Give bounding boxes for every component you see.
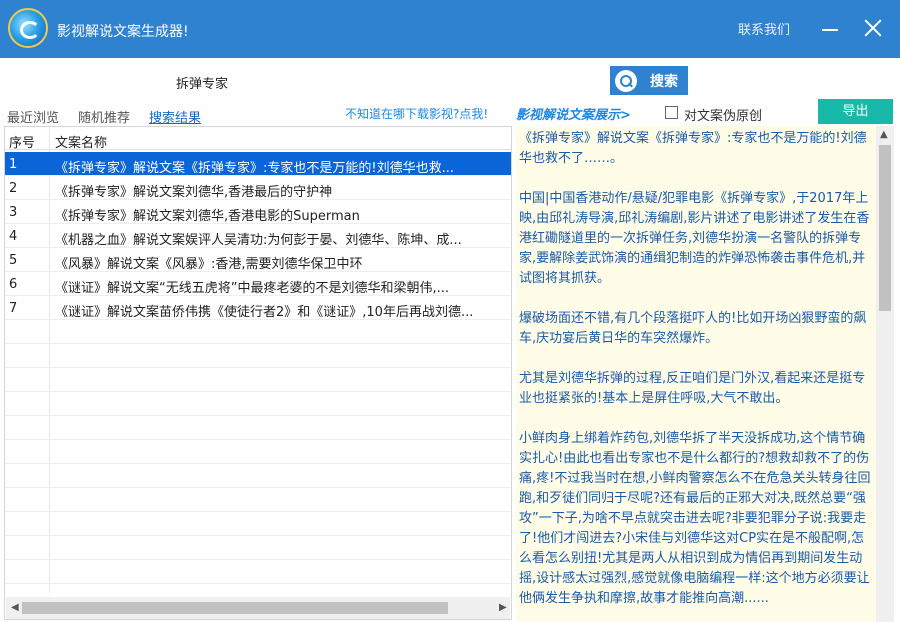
contact-us-link[interactable]: 联系我们	[738, 19, 790, 38]
scroll-left-icon[interactable]: ◀	[11, 602, 19, 613]
row-number: 4	[9, 229, 18, 244]
search-icon	[615, 70, 637, 92]
table-row[interactable]: 6 《谜证》解说文案“无线五虎将”中最疼老婆的不是刘德华和梁朝伟,...	[5, 272, 511, 296]
empty-row	[5, 512, 511, 536]
list-header: 序号 文案名称	[5, 127, 511, 151]
empty-row	[5, 488, 511, 512]
row-number: 5	[9, 253, 18, 268]
vertical-scroll-thumb[interactable]	[879, 145, 891, 311]
row-number: 7	[9, 301, 18, 316]
tab-random[interactable]: 随机推荐	[78, 107, 130, 126]
empty-row	[5, 536, 511, 560]
row-number: 3	[9, 205, 18, 220]
column-header-title[interactable]: 文案名称	[55, 132, 107, 151]
script-preview-panel: 《拆弹专家》解说文案《拆弹专家》:专家也不是万能的!刘德华也救不了……。 中国|…	[516, 126, 894, 622]
app-title: 影视解说文案生成器!	[57, 24, 189, 40]
empty-row	[5, 464, 511, 488]
pseudo-original-label: 对文案伪原创	[684, 109, 763, 124]
row-number: 1	[9, 157, 18, 172]
horizontal-scrollbar[interactable]: ◀ ▶	[6, 597, 510, 619]
app-logo-icon	[8, 8, 48, 48]
table-row[interactable]: 1 《拆弹专家》解说文案《拆弹专家》:专家也不是万能的!刘德华也救...	[5, 152, 511, 176]
horizontal-scroll-thumb[interactable]	[22, 602, 448, 614]
table-row[interactable]: 5 《风暴》解说文案《风暴》:香港,需要刘德华保卫中环	[5, 248, 511, 272]
empty-row	[5, 368, 511, 392]
row-number: 6	[9, 277, 18, 292]
showcase-link[interactable]: 影视解说文案展示>	[516, 104, 631, 123]
search-button-label: 搜索	[650, 74, 678, 90]
minimize-icon[interactable]	[817, 14, 843, 42]
tab-search-results[interactable]: 搜索结果	[149, 107, 201, 126]
app-window: 影视解说文案生成器! 联系我们 拆弹专家 搜索 最近浏览 随机推荐 搜索结果 不…	[0, 0, 900, 622]
row-title: 《谜证》解说文案“无线五虎将”中最疼老婆的不是刘德华和梁朝伟,...	[55, 281, 449, 296]
row-number: 2	[9, 181, 18, 196]
empty-row	[5, 560, 511, 584]
download-help-link[interactable]: 不知道在哪下载影视?点我!	[345, 105, 488, 122]
vertical-scrollbar[interactable]: ▲	[876, 126, 894, 622]
pseudo-original-checkbox[interactable]	[665, 106, 678, 119]
row-title: 《机器之血》解说文案娱评人吴清功:为何彭于晏、刘德华、陈坤、成...	[55, 233, 462, 248]
scroll-right-icon[interactable]: ▶	[499, 602, 507, 613]
empty-row	[5, 320, 511, 344]
search-input[interactable]: 拆弹专家	[173, 66, 608, 95]
row-title: 《拆弹专家》解说文案刘德华,香港电影的Superman	[55, 209, 360, 224]
empty-row	[5, 392, 511, 416]
table-row[interactable]: 2 《拆弹专家》解说文案刘德华,香港最后的守护神	[5, 176, 511, 200]
empty-row	[5, 416, 511, 440]
title-bar: 影视解说文案生成器! 联系我们	[0, 0, 900, 58]
row-title: 《风暴》解说文案《风暴》:香港,需要刘德华保卫中环	[55, 257, 363, 272]
row-title: 《拆弹专家》解说文案《拆弹专家》:专家也不是万能的!刘德华也救...	[55, 161, 454, 176]
script-preview-text: 《拆弹专家》解说文案《拆弹专家》:专家也不是万能的!刘德华也救不了……。 中国|…	[519, 131, 871, 606]
empty-row	[5, 344, 511, 368]
empty-row	[5, 440, 511, 464]
close-icon[interactable]	[860, 14, 886, 42]
table-row[interactable]: 4 《机器之血》解说文案娱评人吴清功:为何彭于晏、刘德华、陈坤、成...	[5, 224, 511, 248]
row-title: 《拆弹专家》解说文案刘德华,香港最后的守护神	[55, 185, 333, 200]
results-list: 序号 文案名称 1 《拆弹专家》解说文案《拆弹专家》:专家也不是万能的!刘德华也救…	[4, 126, 512, 620]
tab-recent[interactable]: 最近浏览	[7, 107, 59, 126]
row-title: 《谜证》解说文案苗侨伟携《使徒行者2》和《谜证》,10年后再战刘德...	[55, 305, 474, 320]
scroll-up-icon[interactable]: ▲	[880, 129, 888, 140]
search-button[interactable]: 搜索	[610, 66, 688, 95]
table-row[interactable]: 7 《谜证》解说文案苗侨伟携《使徒行者2》和《谜证》,10年后再战刘德...	[5, 296, 511, 320]
column-header-number[interactable]: 序号	[9, 132, 35, 151]
export-button[interactable]: 导出	[818, 99, 893, 124]
table-row[interactable]: 3 《拆弹专家》解说文案刘德华,香港电影的Superman	[5, 200, 511, 224]
